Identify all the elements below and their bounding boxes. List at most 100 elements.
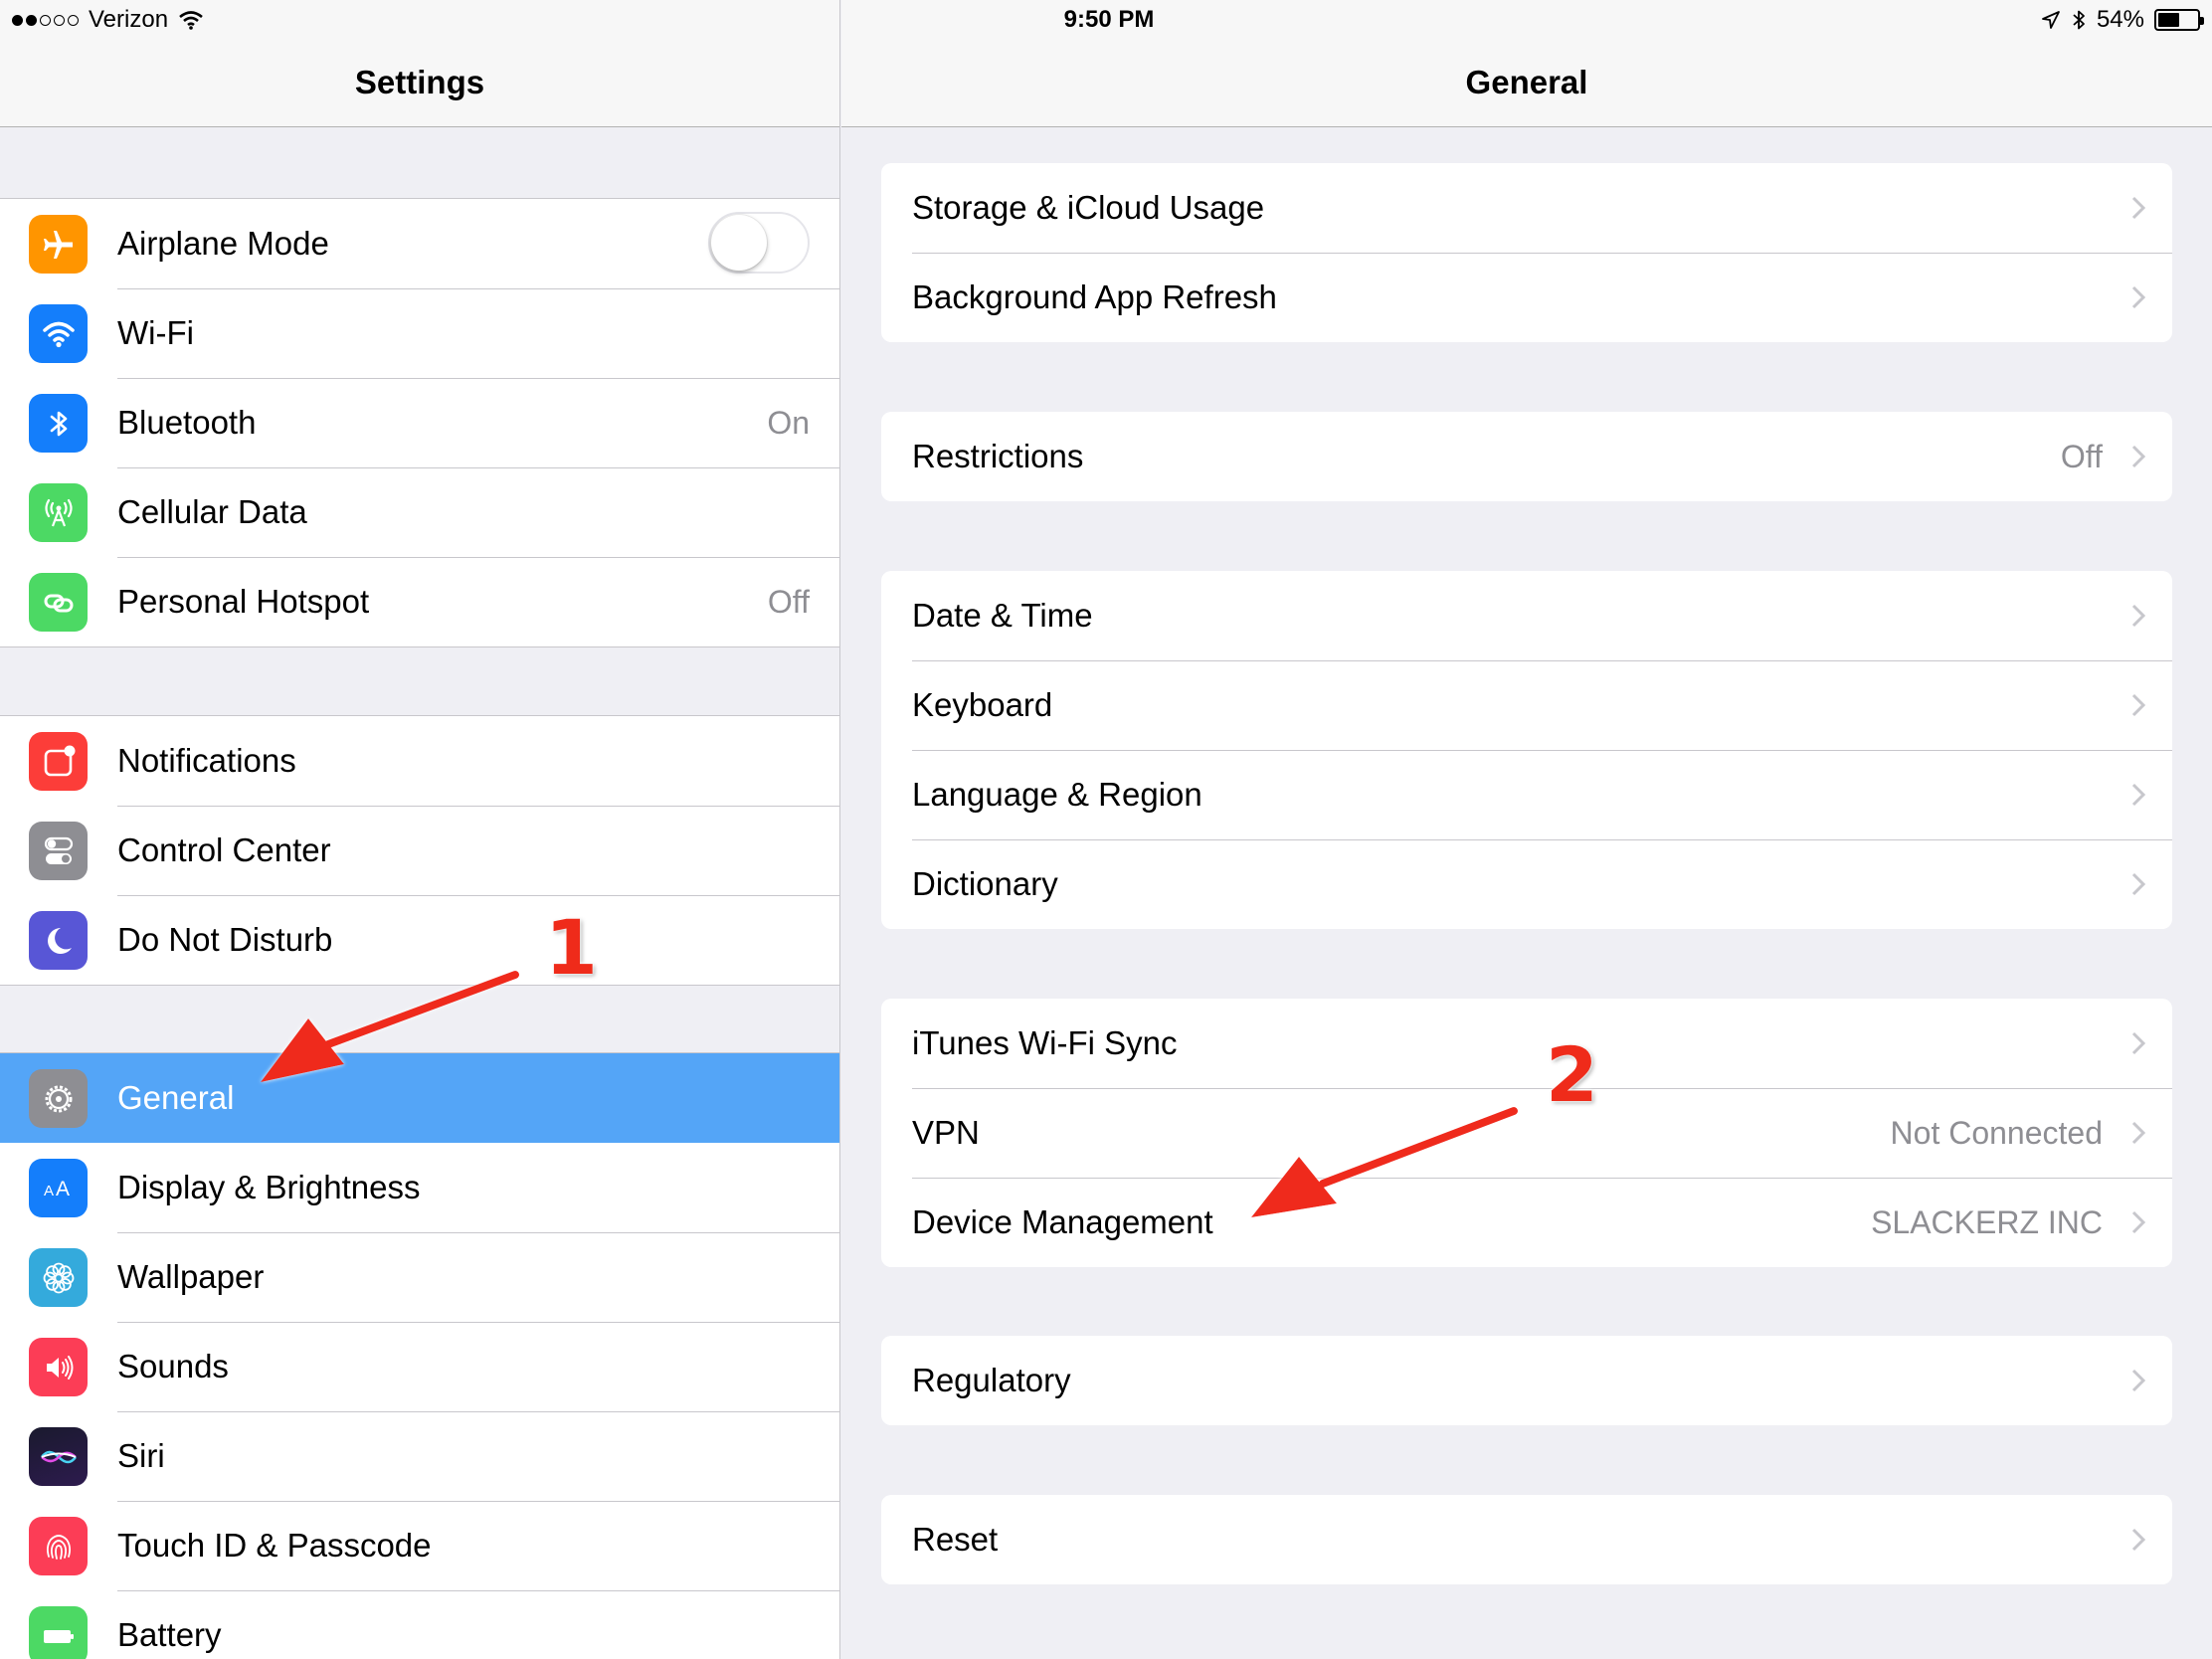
battery-percent: 54% bbox=[2096, 6, 2144, 33]
airplane-mode-toggle[interactable] bbox=[708, 212, 810, 274]
chevron-right-icon bbox=[2131, 1528, 2146, 1552]
display-text-icon: AA bbox=[29, 1159, 88, 1217]
chevron-right-icon bbox=[2131, 285, 2146, 309]
fingerprint-icon bbox=[29, 1517, 88, 1575]
chevron-right-icon bbox=[2131, 1121, 2146, 1145]
cellular-antenna-icon bbox=[29, 483, 88, 542]
general-row-label: Language & Region bbox=[912, 776, 1202, 813]
general-row-label: Date & Time bbox=[912, 597, 1093, 634]
settings-row-value: Off bbox=[767, 583, 810, 620]
general-row-value: Off bbox=[2060, 438, 2103, 474]
status-bar-right: 54% bbox=[2041, 6, 2204, 34]
general-row-keyboard[interactable]: Keyboard bbox=[881, 660, 2172, 750]
chevron-right-icon bbox=[2131, 693, 2146, 717]
chevron-right-icon bbox=[2131, 1210, 2146, 1234]
speaker-icon bbox=[29, 1338, 88, 1396]
general-row-value: SLACKERZ INC bbox=[1871, 1203, 2103, 1240]
general-row-reset[interactable]: Reset bbox=[881, 1495, 2172, 1584]
siri-icon bbox=[29, 1427, 88, 1486]
chevron-right-icon bbox=[2131, 196, 2146, 220]
control-center-icon bbox=[29, 822, 88, 880]
settings-row-do-not-disturb[interactable]: Do Not Disturb bbox=[0, 895, 839, 985]
settings-row-label: Battery bbox=[117, 1616, 222, 1653]
chevron-right-icon bbox=[2131, 604, 2146, 628]
general-row-label: Background App Refresh bbox=[912, 278, 1277, 315]
general-row-date-time[interactable]: Date & Time bbox=[881, 571, 2172, 660]
chevron-right-icon bbox=[2131, 783, 2146, 807]
general-row-label: Regulatory bbox=[912, 1362, 1071, 1398]
settings-row-label: Siri bbox=[117, 1437, 165, 1474]
settings-row-wallpaper[interactable]: Wallpaper bbox=[0, 1232, 839, 1322]
general-row-background-app-refresh[interactable]: Background App Refresh bbox=[881, 253, 2172, 342]
settings-row-label: Personal Hotspot bbox=[117, 583, 370, 620]
settings-row-sounds[interactable]: Sounds bbox=[0, 1322, 839, 1411]
wifi-icon bbox=[29, 304, 88, 363]
bluetooth-icon bbox=[29, 394, 88, 453]
battery-status-icon bbox=[2154, 9, 2204, 31]
settings-row-label: Wi-Fi bbox=[117, 314, 194, 351]
general-row-label: Storage & iCloud Usage bbox=[912, 189, 1265, 226]
settings-row-airplane-mode[interactable]: Airplane Mode bbox=[0, 199, 839, 288]
general-row-label: Reset bbox=[912, 1521, 999, 1558]
settings-row-label: Display & Brightness bbox=[117, 1169, 421, 1205]
settings-row-general[interactable]: General bbox=[0, 1053, 839, 1143]
settings-group-alerts: Notifications Control Center Do Not Dist… bbox=[0, 715, 839, 986]
general-row-language-region[interactable]: Language & Region bbox=[881, 750, 2172, 839]
settings-row-touch-id-passcode[interactable]: Touch ID & Passcode bbox=[0, 1501, 839, 1590]
settings-row-wifi[interactable]: Wi-Fi bbox=[0, 288, 839, 378]
bluetooth-status-icon bbox=[2073, 10, 2085, 30]
general-row-label: Device Management bbox=[912, 1203, 1213, 1240]
general-group-storage: Storage & iCloud Usage Background App Re… bbox=[881, 163, 2172, 342]
settings-row-label: Touch ID & Passcode bbox=[117, 1527, 432, 1564]
general-row-label: iTunes Wi-Fi Sync bbox=[912, 1024, 1178, 1061]
settings-row-personal-hotspot[interactable]: Personal Hotspot Off bbox=[0, 557, 839, 646]
annotation-step-2: 2 bbox=[1546, 1030, 1598, 1119]
location-arrow-icon bbox=[2042, 11, 2060, 29]
settings-group-connectivity: Airplane Mode Wi-Fi Bluetooth On Cellula… bbox=[0, 198, 839, 647]
annotation-step-1: 1 bbox=[545, 903, 598, 992]
settings-row-label: Do Not Disturb bbox=[117, 921, 333, 958]
battery-icon bbox=[29, 1606, 88, 1659]
chevron-right-icon bbox=[2131, 872, 2146, 896]
general-row-label: VPN bbox=[912, 1114, 980, 1151]
general-row-device-management[interactable]: Device Management SLACKERZ INC bbox=[881, 1178, 2172, 1267]
general-row-restrictions[interactable]: Restrictions Off bbox=[881, 412, 2172, 501]
master-title: Settings bbox=[354, 64, 485, 100]
airplane-icon bbox=[29, 215, 88, 274]
settings-row-label: Sounds bbox=[117, 1348, 229, 1384]
settings-row-label: Control Center bbox=[117, 831, 331, 868]
general-detail-pane: General Storage & iCloud Usage Backgroun… bbox=[841, 0, 2212, 1659]
settings-row-cellular-data[interactable]: Cellular Data bbox=[0, 467, 839, 557]
general-group-sync: iTunes Wi-Fi Sync VPN Not Connected Devi… bbox=[881, 999, 2172, 1267]
settings-row-label: Cellular Data bbox=[117, 493, 307, 530]
settings-row-display-brightness[interactable]: AA Display & Brightness bbox=[0, 1143, 839, 1232]
general-row-storage-icloud[interactable]: Storage & iCloud Usage bbox=[881, 163, 2172, 253]
settings-row-label: Notifications bbox=[117, 742, 296, 779]
general-row-label: Dictionary bbox=[912, 865, 1058, 902]
general-row-label: Restrictions bbox=[912, 438, 1084, 474]
hotspot-icon bbox=[29, 573, 88, 632]
general-row-itunes-wifi-sync[interactable]: iTunes Wi-Fi Sync bbox=[881, 999, 2172, 1088]
chevron-right-icon bbox=[2131, 1031, 2146, 1055]
settings-master-pane: Settings Airplane Mode Wi-Fi Bluetooth O… bbox=[0, 0, 840, 1659]
general-group-restrictions: Restrictions Off bbox=[881, 412, 2172, 501]
general-group-locale: Date & Time Keyboard Language & Region D… bbox=[881, 571, 2172, 929]
general-row-regulatory[interactable]: Regulatory bbox=[881, 1336, 2172, 1425]
settings-row-bluetooth[interactable]: Bluetooth On bbox=[0, 378, 839, 467]
settings-row-label: General bbox=[117, 1079, 235, 1116]
settings-row-battery[interactable]: Battery bbox=[0, 1590, 839, 1659]
notifications-icon bbox=[29, 732, 88, 791]
general-row-vpn[interactable]: VPN Not Connected bbox=[881, 1088, 2172, 1178]
detail-title: General bbox=[1465, 64, 1588, 100]
settings-row-siri[interactable]: Siri bbox=[0, 1411, 839, 1501]
general-group-regulatory: Regulatory bbox=[881, 1336, 2172, 1425]
chevron-right-icon bbox=[2131, 445, 2146, 468]
settings-row-notifications[interactable]: Notifications bbox=[0, 716, 839, 806]
settings-row-label: Wallpaper bbox=[117, 1258, 265, 1295]
general-row-dictionary[interactable]: Dictionary bbox=[881, 839, 2172, 929]
svg-text:A: A bbox=[44, 1183, 54, 1199]
settings-group-device: General AA Display & Brightness Wallpape… bbox=[0, 1052, 839, 1659]
settings-row-label: Airplane Mode bbox=[117, 225, 329, 262]
settings-row-control-center[interactable]: Control Center bbox=[0, 806, 839, 895]
gear-icon bbox=[29, 1069, 88, 1128]
